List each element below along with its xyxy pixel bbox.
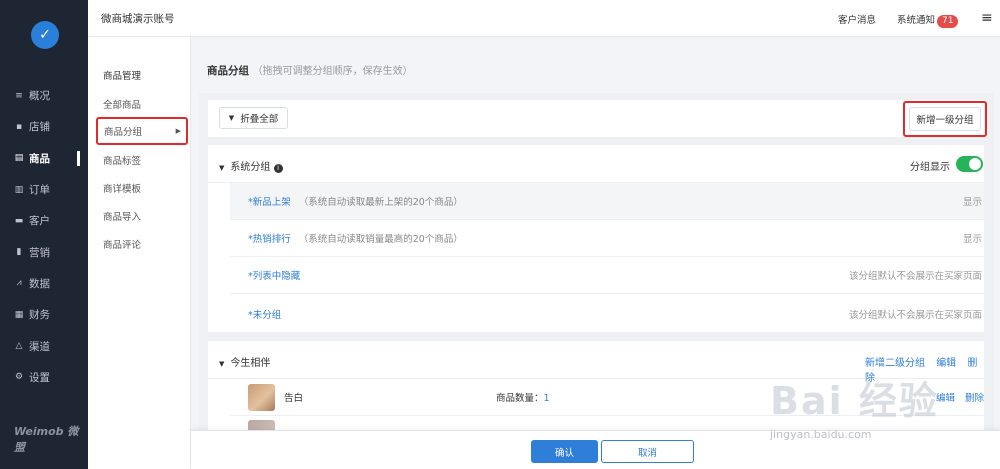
custom-group-title: 今生相伴 xyxy=(230,358,271,369)
list-icon: ≡ xyxy=(15,90,23,101)
subnav-item-goods-review[interactable]: 商品评论 xyxy=(103,237,181,251)
subnav-item-goods-group[interactable]: 商品分组 ▶ xyxy=(96,117,188,145)
finance-icon: ▦ xyxy=(14,309,24,320)
caret-down-icon: ▼ xyxy=(228,114,235,122)
sidebar-item-finance[interactable]: ▦ 财务 xyxy=(0,299,88,330)
goods-count: 商品数量：1 xyxy=(496,393,550,404)
logo-icon[interactable]: ✓ xyxy=(31,21,59,49)
add-sub-group-link[interactable]: 新增二级分组 xyxy=(865,358,925,369)
channel-icon: △ xyxy=(15,341,23,352)
group-display-label: 分组显示 xyxy=(910,162,950,173)
list-item[interactable]: *未分组 该分组默认不会展示在买家页面 xyxy=(230,295,984,332)
baidu-watermark: Bai 经验 xyxy=(770,379,939,423)
top-bar: 微商城演示账号 客户消息 系统通知 71 ≡ xyxy=(88,0,1000,37)
group-name[interactable]: *列表中隐藏 xyxy=(248,268,300,282)
sidebar-nav: ≡ 概况 ▪ 店铺 ▤ 商品 ▥ 订单 ▬ 客户 ▮ 营销 ⩘ 数据 ▦ 财务 △ 渠道 ⚙ 设置 xyxy=(0,80,88,393)
group-status: 该分组默认不会展示在买家页面 xyxy=(848,309,982,321)
page-hint: （拖拽可调整分组顺序，保存生效） xyxy=(252,66,413,77)
sidebar-item-channel[interactable]: △ 渠道 xyxy=(0,330,88,361)
system-group-title: 系统分组 xyxy=(230,162,271,173)
group-status: 该分组默认不会展示在买家页面 xyxy=(848,271,982,282)
system-group-card: ▼ 系统分组 i 分组显示 *新品上架 （系统自动读取最新上架的20个商品） 显示 *… xyxy=(208,145,984,332)
goods-subnav: 商品管理 全部商品 商品分组 ▶ 商品标签 商详模板 商品导入 商品评论 xyxy=(88,37,191,469)
edit-group-link[interactable]: 编辑 xyxy=(936,358,956,369)
group-name[interactable]: *新品上架 xyxy=(248,194,291,208)
list-item[interactable]: *列表中隐藏 该分组默认不会展示在买家页面 xyxy=(230,257,984,294)
order-icon: ▥ xyxy=(14,184,24,195)
goods-thumbnail xyxy=(248,384,275,411)
notification-count-badge: 71 xyxy=(937,15,959,28)
group-toolbar: ▼ 折叠全部 xyxy=(208,100,984,137)
sidebar-item-customer[interactable]: ▬ 客户 xyxy=(0,205,88,236)
footer-bar: 确认 取消 xyxy=(191,430,1000,469)
sidebar-item-overview[interactable]: ≡ 概况 xyxy=(0,80,88,111)
sidebar-item-settings[interactable]: ⚙ 设置 xyxy=(0,362,88,393)
subnav-item-all-goods[interactable]: 全部商品 xyxy=(103,97,181,111)
list-item[interactable]: *新品上架 （系统自动读取最新上架的20个商品） 显示 xyxy=(230,183,984,220)
group-name[interactable]: *热销排行 xyxy=(248,231,291,245)
customer-icon: ▬ xyxy=(14,215,24,226)
subnav-item-detail-template[interactable]: 商详模板 xyxy=(103,181,181,195)
brand-logo: Weimob 微盟 xyxy=(14,425,79,454)
account-name: 微商城演示账号 xyxy=(101,13,175,25)
main-sidebar: ✓ ≡ 概况 ▪ 店铺 ▤ 商品 ▥ 订单 ▬ 客户 ▮ 营销 ⩘ 数据 ▦ 财务 △ 渠道 ⚙ 设… xyxy=(0,0,88,469)
sidebar-item-order[interactable]: ▥ 订单 xyxy=(0,174,88,205)
sidebar-item-data[interactable]: ⩘ 数据 xyxy=(0,268,88,299)
sub-group-name: 告白 xyxy=(284,393,304,404)
system-notifications-link[interactable]: 系统通知 71 xyxy=(897,12,959,28)
delete-sub-group-link[interactable]: 删除 xyxy=(965,390,984,404)
menu-icon[interactable]: ≡ xyxy=(981,10,993,26)
sidebar-item-marketing[interactable]: ▮ 营销 xyxy=(0,236,88,267)
subnav-title: 商品管理 xyxy=(103,71,142,82)
page-title: 商品分组 （拖拽可调整分组顺序，保存生效） xyxy=(207,65,413,77)
group-name[interactable]: *未分组 xyxy=(248,307,281,321)
sidebar-item-goods[interactable]: ▤ 商品 xyxy=(0,143,88,174)
baidu-watermark-url: jingyan.baidu.com xyxy=(770,428,872,441)
subnav-item-goods-import[interactable]: 商品导入 xyxy=(103,209,181,223)
sidebar-item-store[interactable]: ▪ 店铺 xyxy=(0,111,88,142)
caret-right-icon: ▶ xyxy=(175,127,181,135)
group-status: 显示 xyxy=(962,234,982,245)
list-item[interactable]: *热销排行 （系统自动读取销量最高的20个商品） 显示 xyxy=(230,220,984,257)
collapse-all-button[interactable]: ▼ 折叠全部 xyxy=(219,107,288,129)
bar-chart-icon: ▮ xyxy=(16,247,22,258)
customer-messages-link[interactable]: 客户消息 xyxy=(838,12,876,26)
goods-icon: ▤ xyxy=(14,153,24,164)
group-desc: （系统自动读取销量最高的20个商品） xyxy=(298,234,463,245)
group-desc: （系统自动读取最新上架的20个商品） xyxy=(298,197,463,208)
line-chart-icon: ⩘ xyxy=(16,278,22,289)
cancel-button[interactable]: 取消 xyxy=(601,440,694,463)
system-group-header: ▼ 系统分组 i 分组显示 xyxy=(208,145,984,183)
caret-down-icon[interactable]: ▼ xyxy=(219,164,224,172)
group-display-toggle[interactable] xyxy=(956,156,983,172)
gear-icon: ⚙ xyxy=(14,372,24,383)
confirm-button[interactable]: 确认 xyxy=(531,440,598,463)
caret-down-icon[interactable]: ▼ xyxy=(219,360,224,368)
subnav-item-goods-tag[interactable]: 商品标签 xyxy=(103,153,181,167)
store-icon: ▪ xyxy=(15,121,23,132)
info-icon[interactable]: i xyxy=(273,164,283,173)
add-group-highlight xyxy=(903,101,987,137)
group-status: 显示 xyxy=(962,197,982,208)
